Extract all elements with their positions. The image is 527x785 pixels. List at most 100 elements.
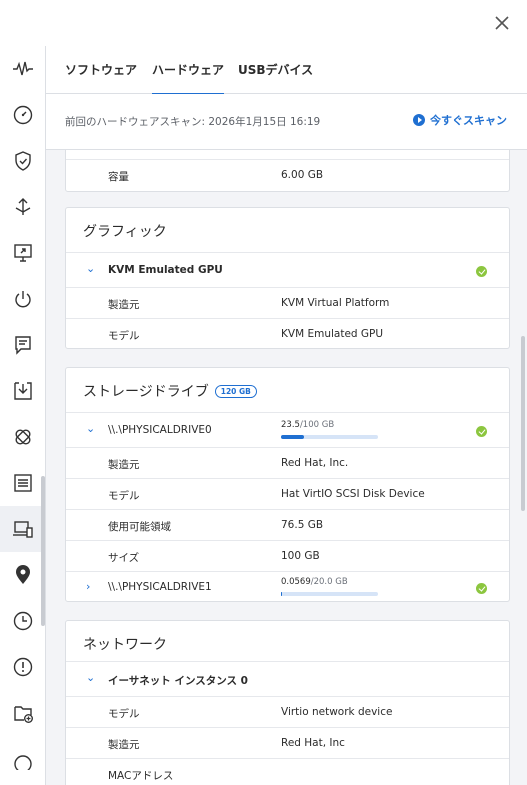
main-panel: ソフトウェア ハードウェア USBデバイス 前回のハードウェアスキャン: 202… <box>46 46 527 785</box>
storage-card: ストレージドライブ 120 GB ⌄ \\.\PHYSICALDRIVE0 23.… <box>65 367 510 602</box>
drive0-used: 23.5 <box>281 420 300 430</box>
sidebar-item-devices[interactable] <box>0 506 45 552</box>
sidebar-scrollbar[interactable] <box>41 476 45 626</box>
last-scan-text: 前回のハードウェアスキャン: 2026年1月15日 16:19 <box>65 116 321 128</box>
detail-row: 容量 6.00 GB <box>66 159 509 190</box>
sidebar-item-performance[interactable] <box>0 92 45 138</box>
hardware-content: 容量 6.00 GB グラフィック ⌄ KVM Emulated GPU 製造元… <box>46 150 527 785</box>
sidebar-item-patch[interactable] <box>0 414 45 460</box>
memory-card: 容量 6.00 GB <box>65 150 510 192</box>
detail-key: 使用可能領域 <box>108 521 171 533</box>
drive1-total: /20.0 GB <box>310 577 348 587</box>
detail-key: 製造元 <box>108 739 140 751</box>
scan-now-button[interactable]: 今すぐスキャン <box>413 112 507 128</box>
sidebar-item-protection[interactable] <box>0 138 45 184</box>
sidebar-item-history[interactable] <box>0 598 45 644</box>
status-ok-icon <box>476 426 487 437</box>
power-icon <box>15 291 31 308</box>
close-button[interactable] <box>491 12 513 34</box>
drive1-row[interactable]: › \\.\PHYSICALDRIVE1 0.0569/20.0 GB <box>66 571 509 602</box>
detail-key: サイズ <box>108 552 140 564</box>
drive0-usage-bar <box>281 435 378 439</box>
tab-hardware[interactable]: ハードウェア <box>152 46 225 95</box>
detail-row: モデル Virtio network device <box>66 696 509 727</box>
chevron-down-icon[interactable]: ⌄ <box>86 671 95 684</box>
detail-key: 製造元 <box>108 459 140 471</box>
detail-value: KVM Virtual Platform <box>281 297 390 309</box>
network-device-name: イーサネット インスタンス 0 <box>108 675 248 687</box>
clock-icon <box>13 611 33 631</box>
detail-key: MACアドレス <box>108 770 174 782</box>
storage-title-text: ストレージドライブ <box>83 384 209 400</box>
devices-icon <box>13 521 33 538</box>
sidebar-item-power[interactable] <box>0 276 45 322</box>
drive0-usage-fill <box>281 435 304 439</box>
play-circle-icon <box>413 114 425 126</box>
sidebar <box>0 46 46 785</box>
storage-title: ストレージドライブ 120 GB <box>83 381 257 401</box>
detail-value: Hat VirtIO SCSI Disk Device <box>281 488 425 500</box>
sidebar-item-location[interactable] <box>0 552 45 598</box>
detail-row: モデル Hat VirtIO SCSI Disk Device <box>66 478 509 509</box>
remote-screen-icon <box>14 244 32 262</box>
scan-bar: 前回のハードウェアスキャン: 2026年1月15日 16:19 今すぐスキャン <box>46 94 527 150</box>
network-card: ネットワーク ⌄ イーサネット インスタンス 0 モデル Virtio netw… <box>65 620 510 785</box>
shield-check-icon <box>15 151 31 171</box>
detail-row: 製造元 Red Hat, Inc <box>66 727 509 758</box>
drive1-used: 0.0569 <box>281 577 311 587</box>
graphics-card: グラフィック ⌄ KVM Emulated GPU 製造元 KVM Virtua… <box>65 207 510 349</box>
alert-icon <box>13 657 33 677</box>
detail-value: 100 GB <box>281 550 320 562</box>
drive0-name: \\.\PHYSICALDRIVE0 <box>108 424 212 436</box>
folder-add-icon <box>14 706 33 723</box>
speedometer-icon <box>13 105 33 125</box>
drive0-row[interactable]: ⌄ \\.\PHYSICALDRIVE0 23.5/100 GB <box>66 412 509 447</box>
network-device-row[interactable]: ⌄ イーサネット インスタンス 0 <box>66 661 509 696</box>
sidebar-item-backup[interactable] <box>0 368 45 414</box>
report-icon <box>14 474 32 492</box>
drive0-usage: 23.5/100 GB <box>281 420 334 430</box>
chevron-right-icon[interactable]: › <box>86 580 90 593</box>
chevron-down-icon[interactable]: ⌄ <box>86 422 95 435</box>
detail-row: サイズ 100 GB <box>66 540 509 571</box>
sidebar-item-more[interactable] <box>0 736 45 782</box>
sidebar-item-transfer[interactable] <box>0 184 45 230</box>
sidebar-item-report[interactable] <box>0 460 45 506</box>
sidebar-item-files[interactable] <box>0 690 45 736</box>
detail-key: モデル <box>108 708 140 720</box>
detail-row: 使用可能領域 76.5 GB <box>66 509 509 540</box>
detail-value: 6.00 GB <box>281 169 324 181</box>
sidebar-item-activity[interactable] <box>0 46 45 92</box>
more-icon <box>14 755 32 770</box>
detail-value: 76.5 GB <box>281 519 324 531</box>
tab-software[interactable]: ソフトウェア <box>65 46 137 94</box>
sidebar-item-remote[interactable] <box>0 230 45 276</box>
location-pin-icon <box>16 565 30 584</box>
drive1-name: \\.\PHYSICALDRIVE1 <box>108 581 212 593</box>
detail-key: 容量 <box>108 171 129 183</box>
status-ok-icon <box>476 266 487 277</box>
sidebar-item-alerts[interactable] <box>0 644 45 690</box>
sidebar-item-notes[interactable] <box>0 322 45 368</box>
graphics-device-name: KVM Emulated GPU <box>108 264 223 276</box>
detail-key: モデル <box>108 490 140 502</box>
activity-icon <box>13 61 33 76</box>
drive1-usage-bar <box>281 592 378 596</box>
patch-icon <box>15 429 31 445</box>
storage-size-badge: 120 GB <box>214 385 257 398</box>
detail-value: Red Hat, Inc <box>281 737 345 749</box>
tab-usb-devices[interactable]: USBデバイス <box>238 46 313 94</box>
chevron-down-icon[interactable]: ⌄ <box>86 262 95 275</box>
close-icon <box>495 16 509 30</box>
detail-row: MACアドレス <box>66 758 509 785</box>
content-scrollbar[interactable] <box>521 336 525 511</box>
top-bar <box>0 0 527 46</box>
download-tray-icon <box>14 382 32 400</box>
detail-value: Red Hat, Inc. <box>281 457 349 469</box>
detail-value: KVM Emulated GPU <box>281 328 384 340</box>
graphics-device-row[interactable]: ⌄ KVM Emulated GPU <box>66 252 509 287</box>
drive1-usage: 0.0569/20.0 GB <box>281 577 348 587</box>
notes-icon <box>15 336 31 355</box>
tab-bar: ソフトウェア ハードウェア USBデバイス <box>46 46 527 95</box>
detail-row: モデル KVM Emulated GPU <box>66 318 509 349</box>
